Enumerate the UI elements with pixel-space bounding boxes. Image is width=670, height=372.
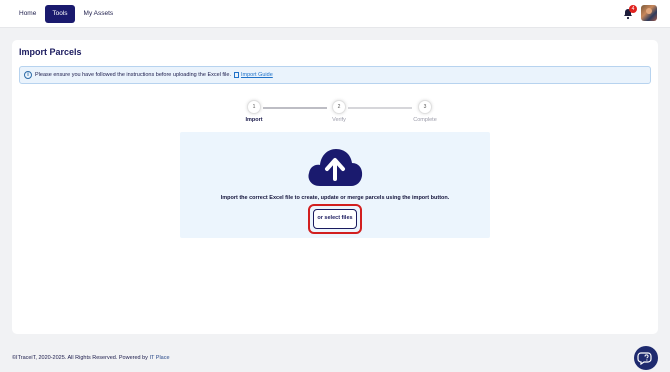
notification-badge: 4 bbox=[629, 5, 637, 13]
import-stepper: 1 Import 2 Verify 3 Complete bbox=[12, 100, 658, 124]
step-2-label: Verify bbox=[332, 117, 346, 123]
import-card: Import Parcels i Please ensure you have … bbox=[12, 40, 658, 334]
upload-dropzone[interactable]: Import the correct Excel file to create,… bbox=[180, 132, 490, 238]
document-icon bbox=[233, 72, 239, 78]
footer-brand-link[interactable]: IT Place bbox=[149, 355, 169, 361]
step-1-label: Import bbox=[245, 117, 263, 123]
page-title: Import Parcels bbox=[19, 47, 82, 57]
step-connector bbox=[348, 107, 412, 109]
step-connector bbox=[263, 107, 327, 109]
info-text: Please ensure you have followed the inst… bbox=[35, 72, 231, 78]
import-guide-link[interactable]: Import Guide bbox=[233, 72, 273, 78]
info-icon: i bbox=[24, 71, 32, 79]
step-1-indicator: 1 bbox=[247, 100, 261, 114]
import-guide-label: Import Guide bbox=[240, 72, 273, 78]
main-nav: Home Tools My Assets bbox=[14, 5, 118, 23]
footer-copyright: ©ITraceiT, 2020-2025. All Rights Reserve… bbox=[12, 355, 148, 361]
upload-instruction: Import the correct Excel file to create,… bbox=[220, 195, 450, 201]
cloud-upload-icon bbox=[308, 149, 363, 186]
nav-tools[interactable]: Tools bbox=[45, 5, 75, 23]
step-2-indicator: 2 bbox=[332, 100, 346, 114]
step-3-label: Complete bbox=[413, 117, 437, 123]
nav-my-assets[interactable]: My Assets bbox=[79, 5, 119, 23]
avatar[interactable] bbox=[641, 5, 657, 21]
help-chat-button[interactable] bbox=[634, 346, 658, 370]
select-files-button[interactable]: or select files bbox=[313, 209, 357, 229]
top-navbar: Home Tools My Assets 4 bbox=[0, 0, 670, 28]
step-3-indicator: 3 bbox=[418, 100, 432, 114]
help-chat-icon bbox=[637, 352, 652, 366]
info-banner: i Please ensure you have followed the in… bbox=[19, 66, 651, 84]
footer: ©ITraceiT, 2020-2025. All Rights Reserve… bbox=[12, 355, 170, 361]
nav-home[interactable]: Home bbox=[14, 5, 41, 23]
